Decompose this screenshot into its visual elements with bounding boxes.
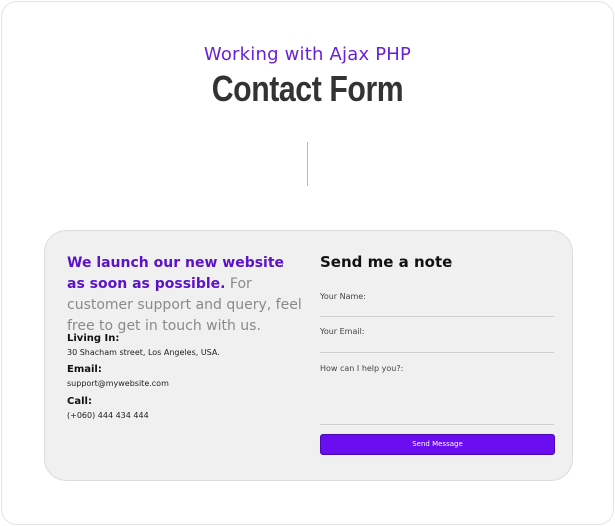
message-field[interactable] bbox=[320, 424, 554, 425]
contact-card: We launch our new website as soon as pos… bbox=[44, 230, 573, 481]
email-field[interactable] bbox=[320, 352, 554, 353]
message-field-label: How can I help you?: bbox=[320, 364, 404, 373]
call-value: (+060) 444 434 444 bbox=[67, 411, 149, 420]
page-subtitle: Working with Ajax PHP bbox=[203, 44, 412, 65]
vertical-divider bbox=[307, 142, 308, 186]
form-title: Send me a note bbox=[320, 253, 453, 271]
living-label: Living In: bbox=[67, 333, 120, 344]
name-field-label: Your Name: bbox=[320, 292, 366, 301]
page-title: Contact Form bbox=[211, 68, 404, 109]
send-message-button[interactable]: Send Message bbox=[320, 434, 555, 455]
email-field-label: Your Email: bbox=[320, 327, 365, 336]
name-field[interactable] bbox=[320, 316, 554, 317]
call-label: Call: bbox=[67, 396, 92, 407]
email-label: Email: bbox=[67, 364, 102, 375]
living-value: 30 Shacham street, Los Angeles, USA. bbox=[67, 348, 220, 357]
lead-text: We launch our new website as soon as pos… bbox=[67, 253, 305, 337]
email-value: support@mywebsite.com bbox=[67, 379, 169, 388]
